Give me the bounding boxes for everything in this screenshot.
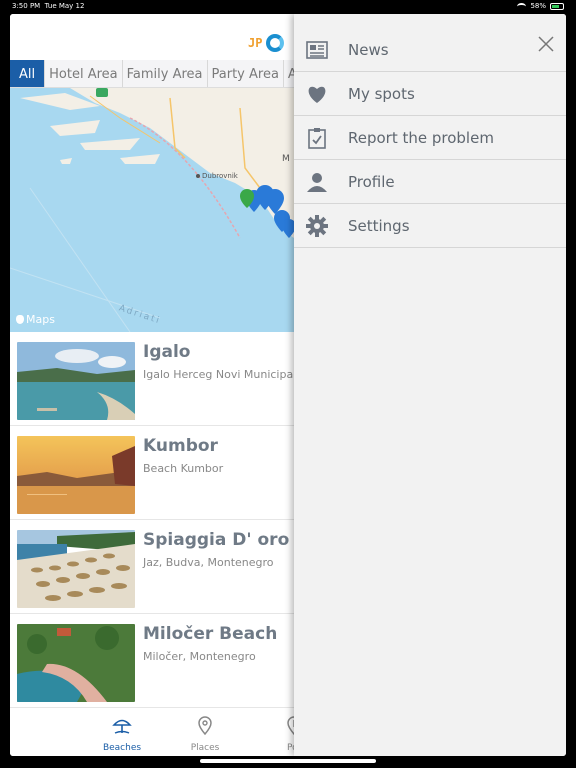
list-item[interactable]: Miločer Beach Miločer, Montenegro bbox=[10, 614, 294, 708]
beach-name: Miločer Beach bbox=[143, 624, 278, 644]
beach-location: Beach Kumbor bbox=[143, 462, 224, 475]
maps-credit: Maps bbox=[16, 313, 55, 326]
nav-beaches-label: Beaches bbox=[102, 743, 142, 753]
battery-icon bbox=[550, 2, 564, 10]
map-city-label: Dubrovnik bbox=[202, 172, 238, 180]
newspaper-icon bbox=[306, 39, 328, 61]
menu-item-report-problem[interactable]: Report the problem bbox=[294, 116, 566, 160]
tab-all[interactable]: All bbox=[10, 60, 46, 87]
beach-location: Miločer, Montenegro bbox=[143, 650, 256, 663]
bottom-nav: Beaches Places Port bbox=[10, 708, 305, 756]
nav-beaches[interactable]: Beaches bbox=[92, 716, 152, 753]
menu-item-label: News bbox=[348, 40, 389, 59]
map-graphic bbox=[10, 88, 294, 332]
beach-thumbnail bbox=[17, 436, 135, 514]
list-item[interactable]: Igalo Igalo Herceg Novi Municipal bbox=[10, 332, 297, 426]
beach-location: Jaz, Budva, Montenegro bbox=[143, 556, 274, 569]
beach-umbrella-icon bbox=[112, 719, 132, 734]
app-logo[interactable]: JP bbox=[248, 34, 285, 52]
maps-credit-text: Maps bbox=[26, 313, 55, 326]
logo-text: JP bbox=[248, 36, 263, 50]
side-drawer: News My spots Report the problem Profile… bbox=[294, 14, 566, 756]
tab-hotel-area[interactable]: Hotel Area bbox=[45, 60, 123, 87]
menu-item-label: My spots bbox=[348, 84, 415, 103]
battery-percent: 58% bbox=[530, 2, 546, 10]
person-icon bbox=[306, 171, 328, 193]
list-item[interactable]: Kumbor Beach Kumbor bbox=[10, 426, 294, 520]
menu-item-label: Report the problem bbox=[348, 128, 494, 147]
nav-port[interactable]: Port bbox=[258, 716, 305, 753]
status-bar: 3:50 PM Tue May 12 58% bbox=[0, 0, 576, 14]
menu-item-my-spots[interactable]: My spots bbox=[294, 72, 566, 116]
heart-icon bbox=[306, 83, 328, 105]
beach-list: Igalo Igalo Herceg Novi Municipal Kumbor… bbox=[10, 332, 297, 708]
beach-location: Igalo Herceg Novi Municipal bbox=[143, 368, 297, 381]
menu-item-profile[interactable]: Profile bbox=[294, 160, 566, 204]
gear-icon bbox=[306, 214, 328, 237]
status-time: 3:50 PM Tue May 12 bbox=[12, 2, 85, 10]
location-pin-icon bbox=[198, 716, 212, 736]
beach-thumbnail bbox=[17, 624, 135, 702]
logo-swirl-icon bbox=[266, 34, 285, 52]
menu-item-label: Settings bbox=[348, 216, 410, 235]
list-item[interactable]: Spiaggia D' oro Jaz, Budva, Montenegro bbox=[10, 520, 294, 614]
beach-map[interactable]: Dubrovnik M Adriati Maps bbox=[10, 88, 294, 332]
menu-item-news[interactable]: News bbox=[294, 28, 566, 72]
wifi-icon bbox=[517, 2, 527, 10]
beach-name: Igalo bbox=[143, 342, 191, 362]
tab-party-area[interactable]: Party Area bbox=[208, 60, 284, 87]
status-right: 58% bbox=[517, 2, 564, 10]
nav-places-label: Places bbox=[190, 743, 220, 753]
nav-places[interactable]: Places bbox=[175, 716, 235, 753]
app-window: JP All Hotel Area Family Area Party Area… bbox=[10, 14, 566, 756]
clipboard-check-icon bbox=[306, 127, 328, 149]
nav-port-label: Port bbox=[258, 743, 305, 753]
beach-name: Kumbor bbox=[143, 436, 218, 456]
category-tabs: All Hotel Area Family Area Party Area Ac… bbox=[10, 60, 300, 88]
beach-thumbnail bbox=[17, 342, 135, 420]
menu-item-settings[interactable]: Settings bbox=[294, 204, 566, 248]
tab-family-area[interactable]: Family Area bbox=[123, 60, 208, 87]
map-region-label: M bbox=[282, 154, 290, 164]
menu-item-label: Profile bbox=[348, 172, 395, 191]
beach-name: Spiaggia D' oro bbox=[143, 530, 290, 550]
home-indicator[interactable] bbox=[200, 759, 376, 763]
apple-logo-icon bbox=[16, 315, 24, 324]
beach-thumbnail bbox=[17, 530, 135, 608]
